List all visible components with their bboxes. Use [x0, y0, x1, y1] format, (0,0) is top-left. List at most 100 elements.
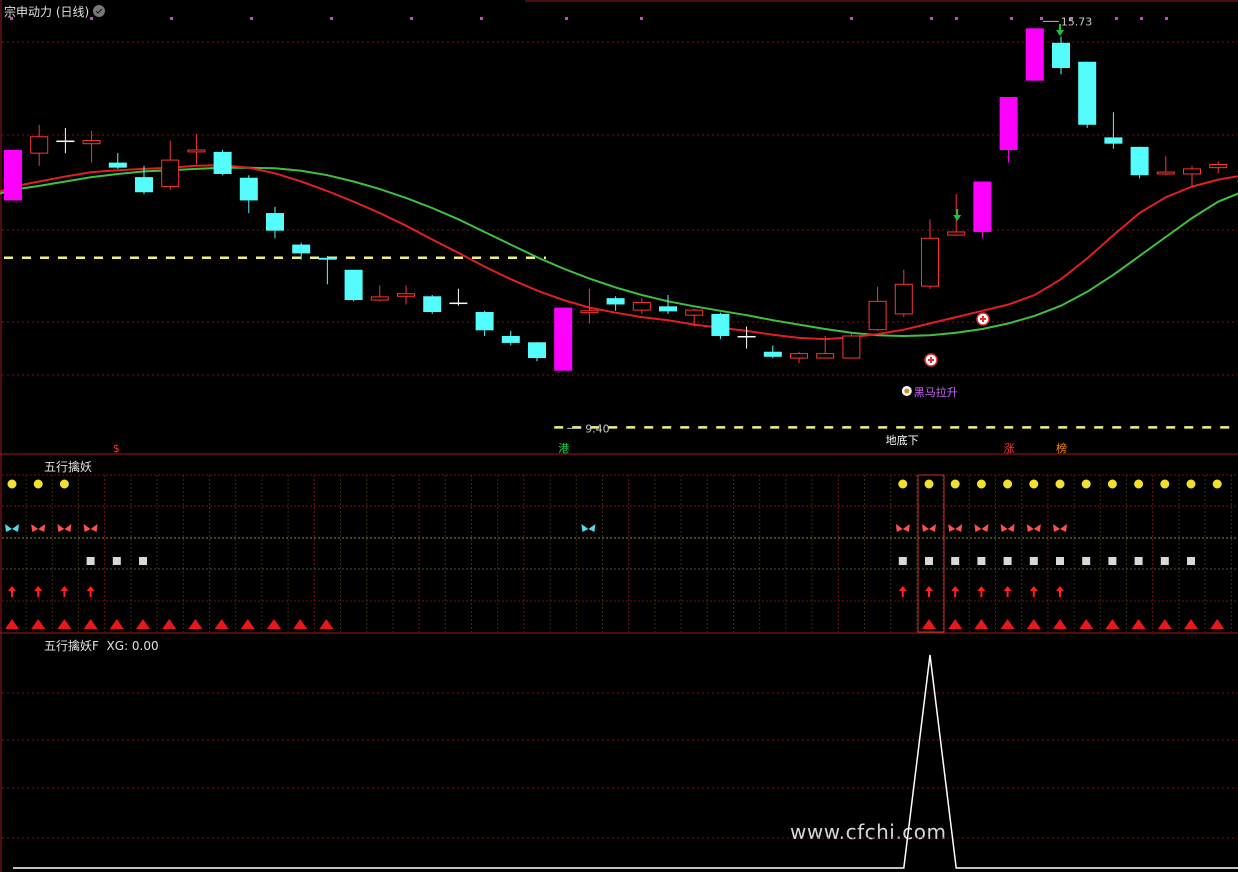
signal-dot — [1186, 479, 1196, 489]
triangle-up-icon — [1210, 619, 1225, 629]
candle-body — [921, 237, 939, 287]
signal-square — [112, 557, 121, 565]
signal-square — [1187, 557, 1195, 565]
sell-arrow-icon — [1056, 30, 1064, 36]
candle-body — [1052, 42, 1070, 69]
candle-body — [187, 149, 206, 153]
candle-body — [659, 306, 677, 312]
candle-body — [1104, 137, 1123, 144]
top-marker-dot — [1010, 17, 1013, 20]
candle-body — [685, 309, 704, 316]
ma-fast-line — [0, 164, 1238, 341]
candle-body — [1209, 164, 1228, 169]
triangle-up-icon — [948, 619, 963, 629]
butterfly-wing — [948, 524, 956, 532]
annotation-label: $ — [113, 442, 120, 455]
candle-body — [475, 312, 494, 331]
signal-square — [898, 557, 907, 565]
butterfly-wing — [64, 524, 72, 532]
signal-highlight-box — [917, 474, 945, 633]
candle-body — [711, 313, 730, 336]
butterfly-red-icon — [974, 524, 989, 532]
signal-dot — [7, 479, 17, 489]
triangle-up-icon — [83, 619, 98, 629]
candle-body — [632, 302, 651, 311]
signal-square — [139, 557, 147, 565]
signal-markers — [5, 479, 1225, 629]
signal-square — [951, 557, 960, 565]
candle-body — [1183, 168, 1201, 175]
top-marker-dot — [10, 17, 13, 20]
candle-body — [1156, 171, 1175, 175]
high-price-label: 15.73 — [1061, 15, 1093, 28]
top-marker-dot — [1115, 17, 1118, 20]
top-marker-dot — [565, 17, 568, 20]
butterfly-wing — [1026, 524, 1034, 532]
candle-body — [397, 293, 415, 297]
top-marker-dot — [410, 17, 413, 20]
candle-body — [554, 307, 573, 371]
triangle-up-icon — [974, 619, 989, 629]
butterfly-wing — [955, 524, 963, 532]
butterfly-red-icon — [31, 524, 46, 532]
signal-square — [1029, 557, 1038, 565]
butterfly-wing — [981, 524, 989, 532]
butterfly-wing — [922, 524, 929, 532]
plus-circle-icon — [976, 312, 990, 326]
butterfly-wing — [5, 524, 12, 532]
triangle-up-icon — [1079, 619, 1094, 629]
annotation-label: 地底下 — [886, 433, 919, 447]
candle-body — [1078, 61, 1097, 125]
stock-chart-svg[interactable]: 15.73 9.40 $ 港 地底下 黑马拉升涨 榜 — [0, 0, 1238, 872]
triangle-up-icon — [1184, 619, 1198, 629]
triangle-up-icon — [1105, 619, 1120, 629]
signal-dot — [976, 479, 986, 489]
signal-grid — [2, 474, 1238, 633]
candle-body — [82, 140, 101, 145]
top-marker-dot — [170, 17, 173, 20]
butterfly-wing — [1033, 524, 1041, 532]
candle-body — [606, 298, 625, 305]
triangle-up-icon — [240, 619, 255, 629]
butterfly-wing — [1000, 524, 1008, 532]
signal-square — [1082, 557, 1091, 565]
candle-body — [737, 335, 756, 338]
candle-body — [370, 296, 389, 301]
triangle-up-icon — [162, 619, 177, 629]
candle-body — [894, 283, 913, 315]
triangle-up-icon — [214, 619, 229, 629]
butterfly-red-icon — [1000, 524, 1015, 532]
signal-dot — [59, 479, 69, 489]
candle-body — [423, 296, 442, 313]
top-marker-dot — [1165, 17, 1168, 20]
butterfly-red-icon — [922, 524, 936, 532]
triangle-up-icon — [188, 619, 203, 629]
top-marker-dot — [640, 17, 643, 20]
signal-dot — [898, 479, 908, 489]
triangle-up-icon — [57, 619, 72, 629]
butterfly-wing — [12, 524, 19, 532]
butterfly-red-icon — [1026, 524, 1041, 532]
candle-body — [108, 162, 127, 168]
candle-body — [947, 231, 966, 236]
candle-body — [30, 136, 49, 154]
butterfly-cyan-icon — [581, 524, 596, 532]
butterfly-red-icon — [57, 524, 72, 532]
top-marker-dot — [850, 17, 853, 20]
butterfly-red-icon — [1053, 524, 1067, 532]
candle-body — [868, 300, 887, 331]
signal-square — [925, 557, 933, 565]
top-marker-dot — [330, 17, 333, 20]
candle-body — [973, 181, 992, 232]
triangle-up-icon — [1026, 619, 1041, 629]
butterfly-red-icon — [948, 524, 963, 532]
candle-body — [266, 213, 284, 231]
candle-body — [816, 353, 835, 359]
triangle-up-icon — [293, 619, 308, 629]
signal-dot — [1107, 479, 1117, 489]
triangle-up-icon — [922, 619, 936, 629]
butterfly-wing — [1053, 524, 1060, 532]
ma-slow-line — [0, 166, 1238, 338]
triangle-up-icon — [1000, 619, 1015, 629]
candle-body — [292, 244, 311, 254]
